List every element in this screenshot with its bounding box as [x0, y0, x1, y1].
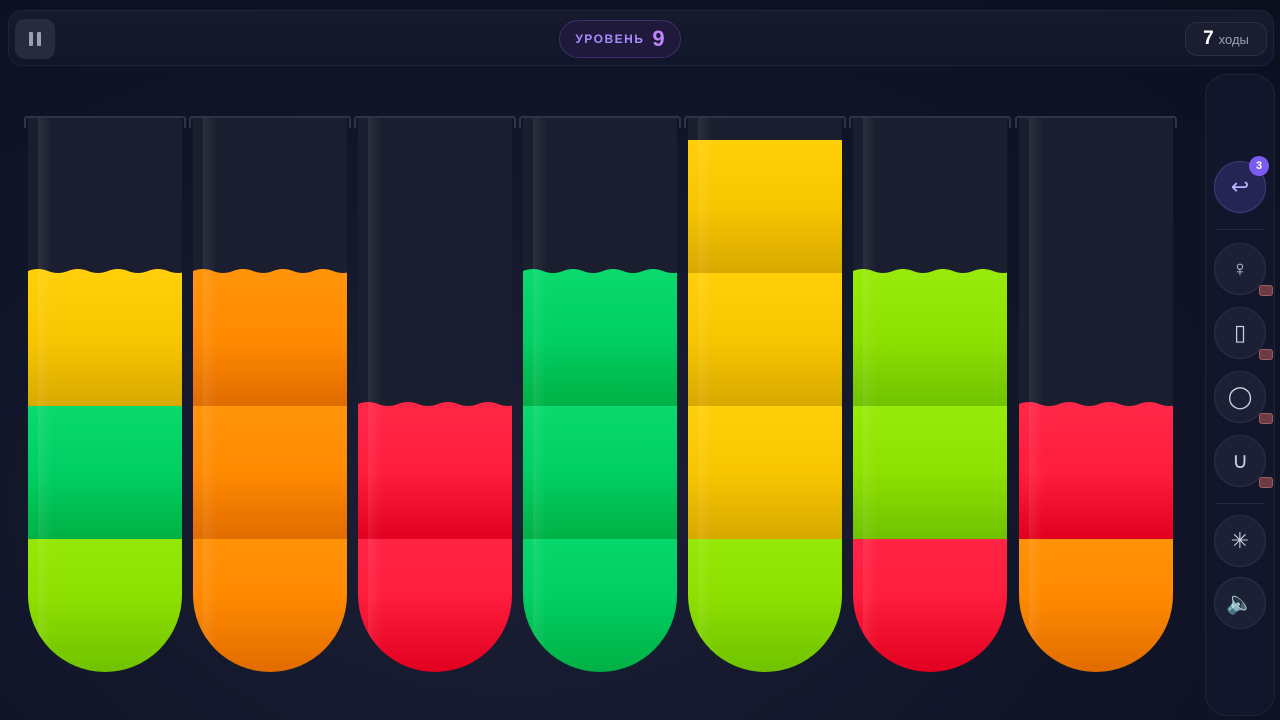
liquid-surface	[358, 402, 512, 408]
liquid-layer-red	[358, 519, 512, 672]
tube-icon: ▯	[1233, 320, 1247, 345]
level-label: УРОВЕНЬ	[575, 32, 645, 46]
magnet-icon: ∪	[1231, 448, 1249, 473]
liquid-layer-red	[358, 406, 512, 539]
liquid-layer-lime	[28, 519, 182, 672]
lock-icon	[1259, 413, 1273, 424]
liquid-layer-orange	[1019, 519, 1173, 672]
undo-button[interactable]: ↩ 3	[1214, 156, 1269, 213]
level-indicator: УРОВЕНЬ 9	[559, 20, 681, 58]
liquid-layer-lime	[853, 406, 1007, 539]
extra-tube-button[interactable]: ▯	[1214, 307, 1273, 360]
tube-1[interactable]	[28, 118, 182, 672]
liquid-layer-orange	[193, 406, 347, 539]
liquid-surface	[193, 269, 347, 275]
pause-icon	[29, 32, 33, 46]
freeze-button[interactable]: ✳	[1214, 515, 1266, 567]
liquid-layer-orange	[193, 519, 347, 672]
liquid-layer-yellow	[688, 406, 842, 539]
liquid-layer-red	[853, 519, 1007, 672]
divider	[1216, 503, 1264, 504]
liquid-layer-green	[28, 406, 182, 539]
lock-icon	[1259, 285, 1273, 296]
tube-3[interactable]	[358, 118, 512, 672]
liquid-layer-red	[1019, 406, 1173, 539]
moves-label: ходы	[1218, 31, 1249, 47]
speaker-icon: 🔈	[1226, 590, 1254, 615]
lock-icon	[1259, 349, 1273, 360]
pause-button[interactable]	[15, 19, 55, 59]
sound-button[interactable]: 🔈	[1214, 577, 1266, 629]
liquid-surface	[28, 269, 182, 275]
tube-2[interactable]	[193, 118, 347, 672]
hint-button[interactable]: ♀	[1214, 243, 1273, 296]
bomb-button[interactable]: ◯	[1214, 371, 1273, 424]
liquid-surface	[853, 269, 1007, 275]
divider	[1216, 229, 1264, 230]
magnet-button[interactable]: ∪	[1214, 435, 1273, 488]
liquid-layer-yellow	[688, 273, 842, 406]
liquid-layer-yellow	[28, 273, 182, 406]
tube-6[interactable]	[853, 118, 1007, 672]
liquid-layer-orange	[193, 273, 347, 406]
liquid-layer-green	[523, 273, 677, 406]
bulb-icon: ♀	[1231, 256, 1249, 281]
liquid-layer-green	[523, 406, 677, 539]
tube-4[interactable]	[523, 118, 677, 672]
moves-counter: 7 ходы	[1185, 22, 1267, 56]
liquid-layer-lime	[688, 519, 842, 672]
level-number: 9	[652, 26, 665, 51]
liquid-surface	[523, 269, 677, 275]
liquid-layer-yellow	[688, 140, 842, 273]
tube-7[interactable]	[1019, 118, 1173, 672]
lock-icon	[1259, 477, 1273, 488]
undo-icon: ↩	[1230, 174, 1250, 199]
tools-panel: ↩ 3 ♀ ▯ ◯ ∪ ✳ 🔈	[1205, 74, 1275, 716]
tube-5[interactable]	[688, 118, 842, 672]
top-bar: УРОВЕНЬ 9 7 ходы	[8, 10, 1274, 66]
liquid-layer-green	[523, 519, 677, 672]
bomb-icon: ◯	[1227, 384, 1253, 409]
liquid-layer-lime	[853, 273, 1007, 406]
undo-count-badge: 3	[1249, 156, 1269, 176]
moves-count: 7	[1203, 28, 1214, 49]
snowflake-icon: ✳	[1230, 528, 1250, 553]
liquid-surface	[1019, 402, 1173, 408]
